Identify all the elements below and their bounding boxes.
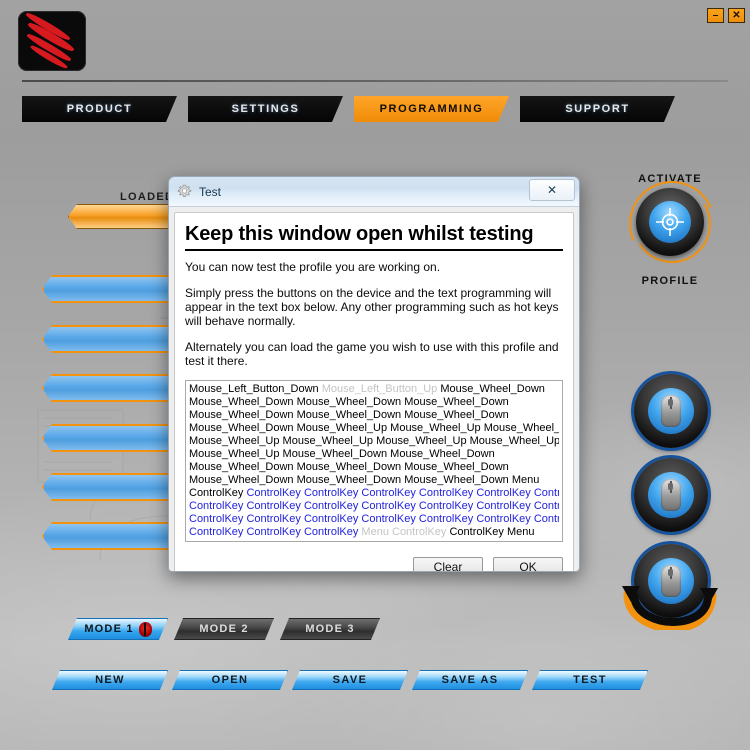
log-token: Mouse_Wheel_Down Mouse_Wheel_Down Mouse_…: [189, 396, 509, 408]
dialog-title: Test: [199, 184, 222, 199]
activate-profile-button[interactable]: [636, 188, 704, 256]
save-as-button[interactable]: SAVE AS: [412, 670, 528, 690]
mouse-icon: [661, 479, 681, 511]
refresh-arrows-icon[interactable]: [620, 580, 720, 630]
gear-icon: [177, 184, 192, 199]
test-button[interactable]: TEST: [532, 670, 648, 690]
dialog-heading: Keep this window open whilst testing: [185, 223, 563, 251]
log-token: Mouse_Wheel_Down Mouse_Wheel_Down Mouse_…: [189, 461, 509, 473]
test-log-textbox[interactable]: Mouse_Left_Button_Down Mouse_Left_Button…: [185, 380, 563, 542]
log-token: Menu ControlKey: [361, 526, 450, 538]
mode-button-1[interactable]: MODE 1: [68, 618, 168, 640]
log-line: ControlKey ControlKey ControlKey Control…: [189, 487, 559, 500]
device-option-1[interactable]: [634, 374, 708, 448]
madcatz-logo: [18, 11, 86, 71]
tab-support[interactable]: SUPPORT: [520, 96, 675, 122]
dialog-close-button[interactable]: ✕: [529, 179, 575, 201]
mouse-icon: [661, 395, 681, 427]
header-divider: [22, 80, 728, 82]
log-line: Mouse_Wheel_Down Mouse_Wheel_Down Mouse_…: [189, 396, 559, 409]
log-line: Mouse_Wheel_Down Mouse_Wheel_Down Mouse_…: [189, 461, 559, 474]
log-line: ControlKey ControlKey ControlKey Control…: [189, 513, 559, 526]
log-token: ControlKey ControlKey ControlKey: [189, 526, 362, 538]
main-nav: PRODUCT SETTINGS PROGRAMMING SUPPORT: [0, 96, 750, 122]
dialog-body: Keep this window open whilst testing You…: [174, 212, 574, 571]
device-option-2[interactable]: [634, 458, 708, 532]
dialog-button-row: Clear OK: [185, 542, 563, 571]
log-token: Mouse_Wheel_Up Mouse_Wheel_Down Mouse_Wh…: [189, 448, 495, 460]
log-token: Mouse_Left_Button_Down: [189, 383, 322, 395]
mode-button-2[interactable]: MODE 2: [174, 618, 274, 640]
dialog-paragraph-2: Simply press the buttons on the device a…: [185, 286, 559, 328]
log-token: ControlKey ControlKey ControlKey Control…: [246, 487, 559, 499]
new-button[interactable]: NEW: [52, 670, 168, 690]
profile-label: PROFILE: [641, 275, 699, 287]
log-line: Mouse_Wheel_Down Mouse_Wheel_Down Mouse_…: [189, 474, 559, 487]
log-line: Mouse_Wheel_Down Mouse_Wheel_Up Mouse_Wh…: [189, 422, 559, 435]
ok-button[interactable]: OK: [493, 556, 563, 571]
dialog-titlebar[interactable]: Test ✕: [169, 177, 579, 207]
tab-settings[interactable]: SETTINGS: [188, 96, 343, 122]
loaded-profile-label: LOADED: [120, 191, 175, 203]
log-token: Mouse_Wheel_Down Mouse_Wheel_Up Mouse_Wh…: [189, 422, 559, 434]
log-token: Mouse_Wheel_Down Mouse_Wheel_Down Mouse_…: [189, 474, 540, 486]
crosshair-glyph: [656, 208, 684, 236]
log-line: ControlKey ControlKey ControlKey Menu Co…: [189, 526, 559, 539]
log-token: Mouse_Wheel_Down Mouse_Wheel_Down Mouse_…: [189, 409, 509, 421]
madcatz-app-window: RAT – ✕ PRODUCT SETTINGS PROGRAMMING SUP…: [0, 0, 750, 750]
log-line: Mouse_Left_Button_Down Mouse_Left_Button…: [189, 383, 559, 396]
save-button[interactable]: SAVE: [292, 670, 408, 690]
log-line: Mouse_Wheel_Down Mouse_Wheel_Down Mouse_…: [189, 409, 559, 422]
log-token: Mouse_Wheel_Down: [440, 383, 545, 395]
mode-active-emblem-icon: [139, 622, 152, 637]
mode-button-1-label: MODE 1: [84, 623, 134, 635]
open-button[interactable]: OPEN: [172, 670, 288, 690]
tab-product[interactable]: PRODUCT: [22, 96, 177, 122]
test-dialog: Test ✕ Keep this window open whilst test…: [168, 176, 580, 572]
crosshair-icon: [649, 201, 691, 243]
log-line: Mouse_Wheel_Up Mouse_Wheel_Down Mouse_Wh…: [189, 448, 559, 461]
mode-button-3[interactable]: MODE 3: [280, 618, 380, 640]
log-token: ControlKey ControlKey ControlKey Control…: [189, 500, 559, 512]
log-line: ControlKey ControlKey ControlKey Control…: [189, 500, 559, 513]
tab-programming[interactable]: PROGRAMMING: [354, 96, 509, 122]
dialog-paragraph-3: Alternately you can load the game you wi…: [185, 340, 559, 368]
app-header: – ✕: [0, 0, 750, 86]
log-line: Mouse_Wheel_Up Mouse_Wheel_Up Mouse_Whee…: [189, 435, 559, 448]
log-token: ControlKey: [189, 487, 247, 499]
close-icon[interactable]: ✕: [728, 8, 745, 23]
log-token: ControlKey ControlKey ControlKey Control…: [189, 513, 559, 525]
dialog-paragraph-1: You can now test the profile you are wor…: [185, 260, 441, 274]
clear-button[interactable]: Clear: [413, 556, 483, 571]
log-token: Mouse_Left_Button_Up: [321, 383, 441, 395]
log-token: ControlKey Menu: [449, 526, 535, 538]
log-token: Mouse_Wheel_Up Mouse_Wheel_Up Mouse_Whee…: [189, 435, 559, 447]
minimize-icon[interactable]: –: [707, 8, 724, 23]
